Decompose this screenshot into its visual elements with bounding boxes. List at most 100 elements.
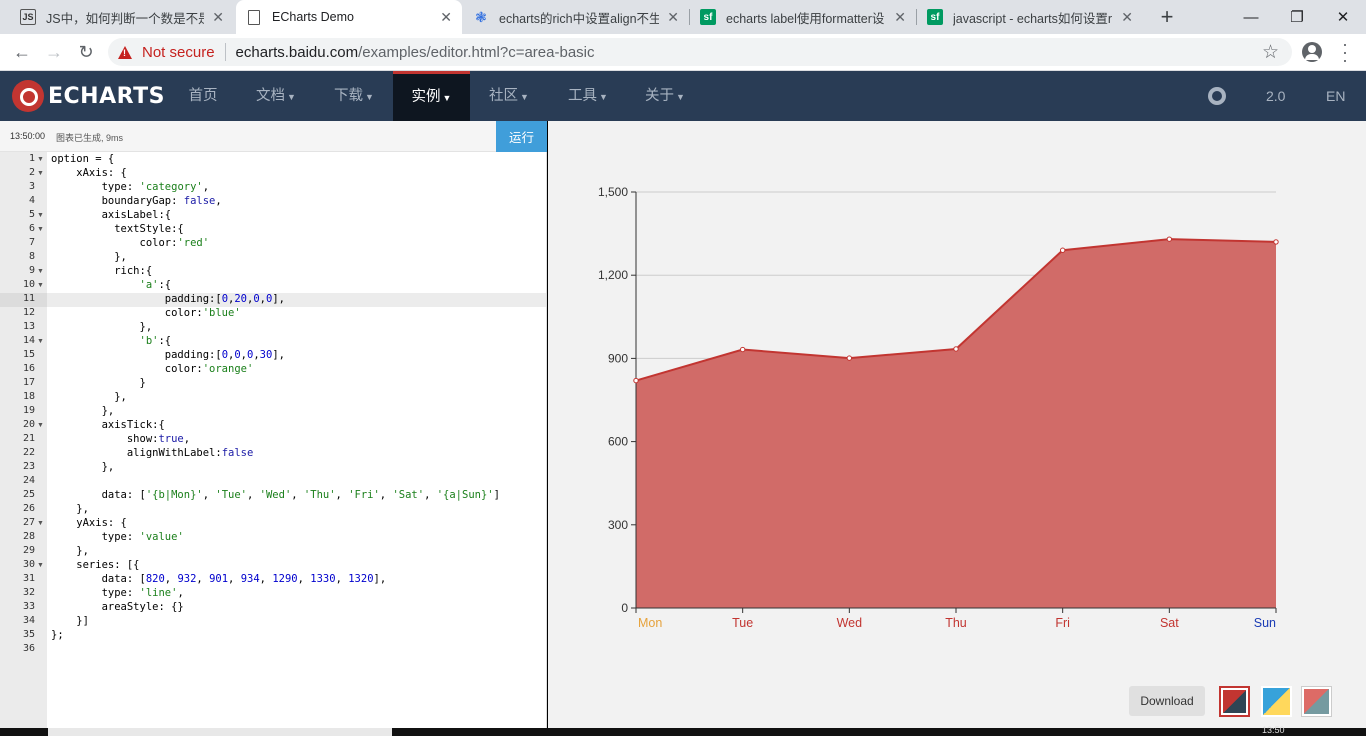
reload-icon[interactable]: ↻ <box>72 38 100 66</box>
logo-mark-icon <box>12 80 44 112</box>
code-line: }, <box>51 461 115 473</box>
data-point[interactable] <box>1273 239 1279 245</box>
code-line: }; <box>51 629 64 641</box>
new-tab-button[interactable]: + <box>1153 3 1181 31</box>
tab-close-icon[interactable]: ✕ <box>894 9 906 26</box>
x-tick-label: Sat <box>1160 616 1179 630</box>
tab-title: echarts label使用formatter设 <box>726 11 885 26</box>
code-line: }, <box>51 545 89 557</box>
code-area[interactable]: option = { xAxis: { type: 'category', bo… <box>47 152 546 728</box>
nav-item-1[interactable]: 首页 <box>174 71 232 121</box>
data-point[interactable] <box>846 355 853 361</box>
nav-item-2[interactable]: 文档 ▼ <box>250 71 302 121</box>
forward-arrow-icon[interactable]: → <box>40 38 68 66</box>
data-point[interactable] <box>953 346 959 352</box>
version-link[interactable]: 2.0 <box>1266 71 1285 121</box>
code-line: axisLabel:{ <box>51 209 172 221</box>
x-tick-label: Fri <box>1055 616 1070 630</box>
run-button[interactable]: 运行 <box>496 121 547 152</box>
code-line: type: 'category', <box>51 181 210 193</box>
fold-arrow-icon[interactable]: ▼ <box>37 156 44 163</box>
y-tick-label: 600 <box>608 435 628 449</box>
browser-tab-2[interactable]: ECharts Demo ✕ <box>236 0 462 34</box>
tab-close-icon[interactable]: ✕ <box>1121 9 1133 26</box>
fold-arrow-icon[interactable]: ▼ <box>37 212 44 219</box>
nav-item-5[interactable]: 社区 ▼ <box>483 71 535 121</box>
address-separator <box>224 43 226 61</box>
kebab-menu-icon[interactable]: · · · <box>1338 35 1352 69</box>
light-theme-swatch[interactable] <box>1261 686 1292 717</box>
restore-icon[interactable]: ❐ <box>1274 0 1320 34</box>
series-area <box>636 239 1276 608</box>
area-chart[interactable]: 0 300 600 900 1,200 1,500 Mon Tue Wed Thu Fri Sat Su… <box>548 121 1366 681</box>
y-tick-label: 1,200 <box>598 268 628 282</box>
data-point[interactable] <box>1059 247 1066 253</box>
fold-arrow-icon[interactable]: ▼ <box>37 422 44 429</box>
fold-arrow-icon[interactable]: ▼ <box>37 268 44 275</box>
download-button[interactable]: Download <box>1129 686 1205 716</box>
nav-item-3[interactable]: 下载 ▼ <box>328 71 380 121</box>
code-line: }] <box>51 615 89 627</box>
nav-item-label: 首页 <box>188 88 218 104</box>
github-icon[interactable] <box>1208 87 1226 105</box>
fold-arrow-icon[interactable]: ▼ <box>37 170 44 177</box>
code-line: }, <box>51 405 115 417</box>
chart-preview-panel: 0 300 600 900 1,200 1,500 Mon Tue Wed Thu Fri Sat Su… <box>548 121 1366 728</box>
profile-icon[interactable] <box>1302 42 1322 62</box>
line-number: 5 <box>28 209 35 220</box>
line-number: 28 <box>22 531 35 542</box>
nav-item-4[interactable]: 实例 ▼ <box>393 71 470 121</box>
nav-item-7[interactable]: 关于 ▼ <box>639 71 691 121</box>
code-line: yAxis: { <box>51 517 127 529</box>
code-line: boundaryGap: false, <box>51 195 222 207</box>
code-line: padding:[0,20,0,0], <box>51 293 285 305</box>
not-secure-label[interactable]: Not secure <box>142 44 215 61</box>
os-taskbar: 13:50 <box>0 725 1366 736</box>
code-line: option = { <box>51 153 115 165</box>
line-number: 7 <box>28 237 35 248</box>
fold-arrow-icon[interactable]: ▼ <box>37 338 44 345</box>
warning-icon[interactable] <box>118 45 132 59</box>
browser-tab-5[interactable]: sf javascript - echarts如何设置r ✕ <box>917 0 1143 34</box>
line-number: 16 <box>22 363 35 374</box>
address-bar[interactable]: Not secure echarts.baidu.com/examples/ed… <box>108 38 1292 66</box>
code-line: padding:[0,0,0,30], <box>51 349 285 361</box>
fold-arrow-icon[interactable]: ▼ <box>37 282 44 289</box>
nav-item-label: 社区 <box>489 88 519 104</box>
tab-title: ECharts Demo <box>272 10 354 24</box>
tab-separator <box>689 9 690 25</box>
close-window-icon[interactable]: ✕ <box>1320 0 1366 34</box>
data-point[interactable] <box>633 377 639 384</box>
y-tick-label: 0 <box>621 601 628 615</box>
code-line: xAxis: { <box>51 167 127 179</box>
fold-arrow-icon[interactable]: ▼ <box>37 562 44 569</box>
nav-item-label: 下载 <box>334 88 364 104</box>
back-arrow-icon[interactable]: ← <box>8 38 36 66</box>
echarts-logo[interactable]: ECHARTS <box>12 80 165 112</box>
code-line: type: 'line', <box>51 587 184 599</box>
status-time: 13:50:00 <box>10 131 46 141</box>
fold-arrow-icon[interactable]: ▼ <box>37 226 44 233</box>
default-theme-swatch[interactable] <box>1219 686 1250 717</box>
data-point[interactable] <box>1166 236 1173 242</box>
language-link[interactable]: EN <box>1326 71 1345 121</box>
tab-close-icon[interactable]: ✕ <box>440 9 452 26</box>
browser-toolbar: ← → ↻ Not secure echarts.baidu.com/examp… <box>0 34 1366 71</box>
data-point[interactable] <box>739 346 746 353</box>
js-icon: JS <box>20 9 36 25</box>
dark-theme-swatch[interactable] <box>1301 686 1332 717</box>
code-line: axisTick:{ <box>51 419 165 431</box>
minimize-icon[interactable]: — <box>1228 0 1274 34</box>
code-line: textStyle:{ <box>51 223 184 235</box>
fold-arrow-icon[interactable]: ▼ <box>37 520 44 527</box>
browser-tab-4[interactable]: sf echarts label使用formatter设 ✕ <box>690 0 916 34</box>
browser-tab-3[interactable]: ❃ echarts的rich中设置align不生 ✕ <box>463 0 689 34</box>
line-number: 31 <box>22 573 35 584</box>
browser-tab-1[interactable]: JS JS中，如何判断一个数是不是小 ✕ <box>10 0 234 34</box>
code-line: color:'red' <box>51 237 210 249</box>
nav-item-6[interactable]: 工具 ▼ <box>562 71 614 121</box>
tab-close-icon[interactable]: ✕ <box>212 9 224 26</box>
tab-close-icon[interactable]: ✕ <box>667 9 679 26</box>
line-number: 15 <box>22 349 35 360</box>
bookmark-star-icon[interactable]: ☆ <box>1262 41 1279 64</box>
